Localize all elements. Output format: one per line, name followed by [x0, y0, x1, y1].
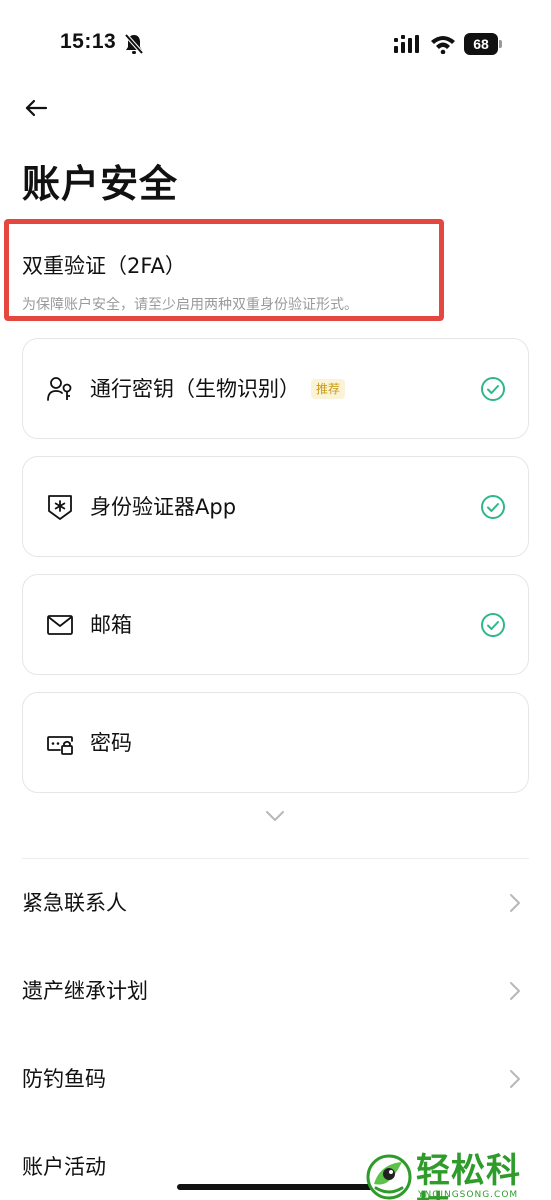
recommended-badge: 推荐 — [311, 379, 346, 399]
method-label-authenticator: 身份验证器App — [90, 495, 237, 519]
wifi-icon — [431, 36, 455, 54]
menu-label: 紧急联系人 — [22, 891, 127, 915]
check-circle-icon — [481, 613, 505, 637]
home-indicator — [177, 1184, 373, 1190]
menu-item-inheritance-plan[interactable]: 遗产继承计划 — [0, 962, 551, 1022]
watermark-subtext: YNQINGSONG.COM — [418, 1190, 519, 1200]
method-label-password: 密码 — [90, 731, 132, 755]
method-card-password[interactable]: 密码 — [22, 692, 529, 793]
two-factor-heading: 双重验证（2FA） — [22, 254, 186, 278]
signal-icon — [394, 35, 419, 53]
chevron-right-icon — [510, 982, 520, 1000]
method-card-passkey[interactable]: 通行密钥（生物识别） 推荐 — [22, 338, 529, 439]
status-bar: 15:13 68 — [0, 0, 551, 90]
method-card-authenticator[interactable]: 身份验证器App — [22, 456, 529, 557]
two-factor-description: 为保障账户安全，请至少启用两种双重身份验证形式。 — [22, 297, 358, 313]
method-label-email: 邮箱 — [90, 613, 132, 637]
page-title: 账户安全 — [22, 162, 179, 206]
bell-muted-icon — [124, 33, 144, 55]
password-lock-icon — [47, 736, 73, 755]
menu-item-anti-phishing-code[interactable]: 防钓鱼码 — [0, 1050, 551, 1110]
watermark: 轻松科技 YNQINGSONG.COM — [366, 1152, 551, 1200]
arrow-left-icon — [25, 99, 48, 117]
menu-label: 遗产继承计划 — [22, 979, 148, 1003]
watermark-logo-icon — [366, 1154, 412, 1200]
battery-indicator: 68 — [464, 33, 502, 55]
check-circle-icon — [481, 495, 505, 519]
menu-item-emergency-contact[interactable]: 紧急联系人 — [0, 874, 551, 934]
status-time: 15:13 — [60, 30, 117, 53]
chevron-down-icon[interactable] — [264, 808, 286, 824]
check-circle-icon — [481, 377, 505, 401]
chevron-right-icon — [510, 1070, 520, 1088]
mail-icon — [47, 615, 73, 635]
menu-label: 账户活动 — [22, 1155, 106, 1179]
authenticator-shield-icon — [48, 495, 72, 520]
method-card-email[interactable]: 邮箱 — [22, 574, 529, 675]
menu-label: 防钓鱼码 — [22, 1067, 106, 1091]
passkey-user-icon — [47, 377, 72, 401]
battery-tip — [499, 40, 502, 48]
method-label-passkey: 通行密钥（生物识别） — [90, 377, 300, 401]
chevron-right-icon — [510, 894, 520, 912]
section-divider — [22, 858, 529, 859]
battery-level: 68 — [464, 33, 498, 55]
back-button[interactable] — [20, 92, 52, 124]
